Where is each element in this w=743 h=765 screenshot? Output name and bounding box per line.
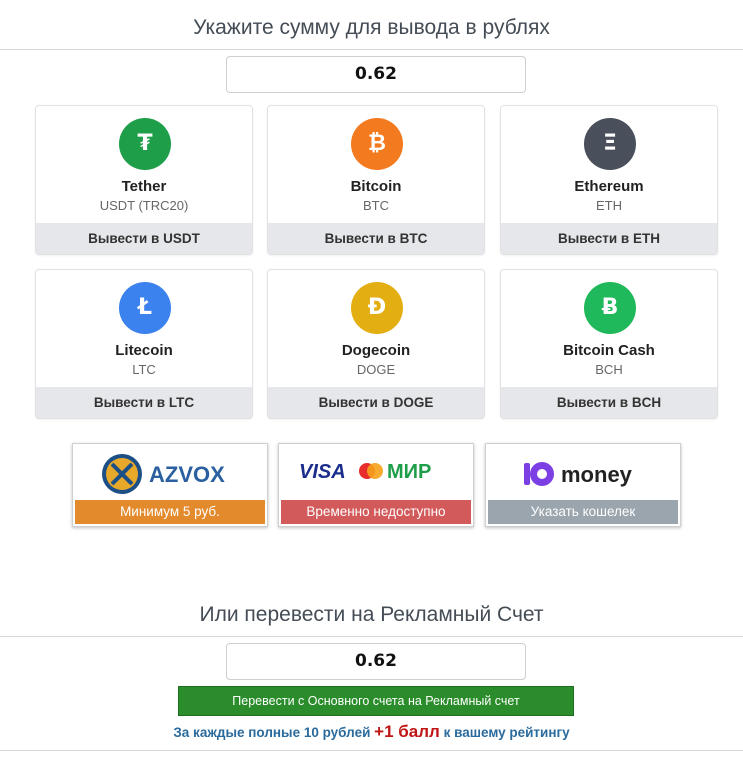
coin-name: Bitcoin (350, 178, 402, 195)
coin-card-btc[interactable]: ₿ Bitcoin BTC Вывести в BTC (267, 105, 485, 255)
payment-yoomoney[interactable]: money Указать кошелек (485, 443, 681, 527)
ethereum-icon: Ξ (584, 118, 636, 170)
withdraw-bch-button[interactable]: Вывести в BCH (501, 387, 717, 418)
withdraw-ltc-button[interactable]: Вывести в LTC (36, 387, 252, 418)
transfer-to-ad-account-button[interactable]: Перевести с Основного счета на Рекламный… (178, 686, 574, 716)
coin-name: Ethereum (574, 178, 644, 195)
coin-ticker: BTC (363, 198, 389, 213)
coin-name: Dogecoin (341, 342, 411, 359)
litecoin-icon: Ł (119, 282, 171, 334)
dogecoin-icon: Đ (351, 282, 403, 334)
yoomoney-status: Указать кошелек (488, 500, 678, 524)
coin-ticker: ETH (596, 198, 622, 213)
coin-card-doge[interactable]: Đ Dogecoin DOGE Вывести в DOGE (267, 269, 485, 419)
coin-name: Tether (121, 178, 167, 195)
withdraw-doge-button[interactable]: Вывести в DOGE (268, 387, 484, 418)
azvox-logo: AZVOX (73, 444, 267, 499)
withdraw-btc-button[interactable]: Вывести в BTC (268, 223, 484, 254)
coin-card-ltc[interactable]: Ł Litecoin LTC Вывести в LTC (35, 269, 253, 419)
divider (0, 636, 743, 637)
visa-mir-logo: VISA МИР (279, 444, 473, 499)
divider (0, 750, 743, 751)
payment-azvox[interactable]: AZVOX Минимум 5 руб. (72, 443, 268, 527)
coin-ticker: BCH (595, 362, 623, 377)
coin-name: Bitcoin Cash (563, 342, 655, 359)
bonus-note: За каждые полные 10 рублей +1 балл к ваш… (0, 722, 743, 742)
bonus-suffix: к вашему рейтингу (443, 725, 570, 740)
payment-visa-mir[interactable]: VISA МИР Временно недоступно (278, 443, 474, 527)
azvox-status: Минимум 5 руб. (75, 500, 265, 524)
tether-icon: ₮ (119, 118, 171, 170)
coin-name: Litecoin (115, 342, 173, 359)
coin-card-usdt[interactable]: ₮ Tether USDT (TRC20) Вывести в USDT (35, 105, 253, 255)
bitcoin-cash-icon: Ƀ (584, 282, 636, 334)
ad-amount-input[interactable]: 0.62 (226, 643, 526, 680)
coin-ticker: DOGE (356, 362, 396, 377)
withdraw-eth-button[interactable]: Вывести в ETH (501, 223, 717, 254)
divider (0, 49, 743, 50)
yoomoney-logo-text: money (561, 462, 633, 487)
withdraw-usdt-button[interactable]: Вывести в USDT (36, 223, 252, 254)
withdraw-amount-input[interactable]: 0.62 (226, 56, 526, 93)
coin-ticker: USDT (TRC20) (99, 198, 189, 213)
svg-text:МИР: МИР (387, 461, 431, 483)
coin-card-bch[interactable]: Ƀ Bitcoin Cash BCH Вывести в BCH (500, 269, 718, 419)
bonus-highlight: +1 балл (374, 722, 440, 741)
visa-mir-status: Временно недоступно (281, 500, 471, 524)
bitcoin-icon: ₿ (351, 118, 403, 170)
svg-text:VISA: VISA (299, 461, 346, 483)
bonus-prefix: За каждые полные 10 рублей (173, 725, 371, 740)
yoomoney-logo: money (486, 444, 680, 499)
azvox-logo-text: AZVOX (149, 462, 225, 487)
ad-account-title: Или перевести на Рекламный Счет (199, 603, 544, 626)
coin-card-eth[interactable]: Ξ Ethereum ETH Вывести в ETH (500, 105, 718, 255)
withdraw-title: Укажите сумму для вывода в рублях (193, 16, 550, 39)
coin-ticker: LTC (132, 362, 156, 377)
